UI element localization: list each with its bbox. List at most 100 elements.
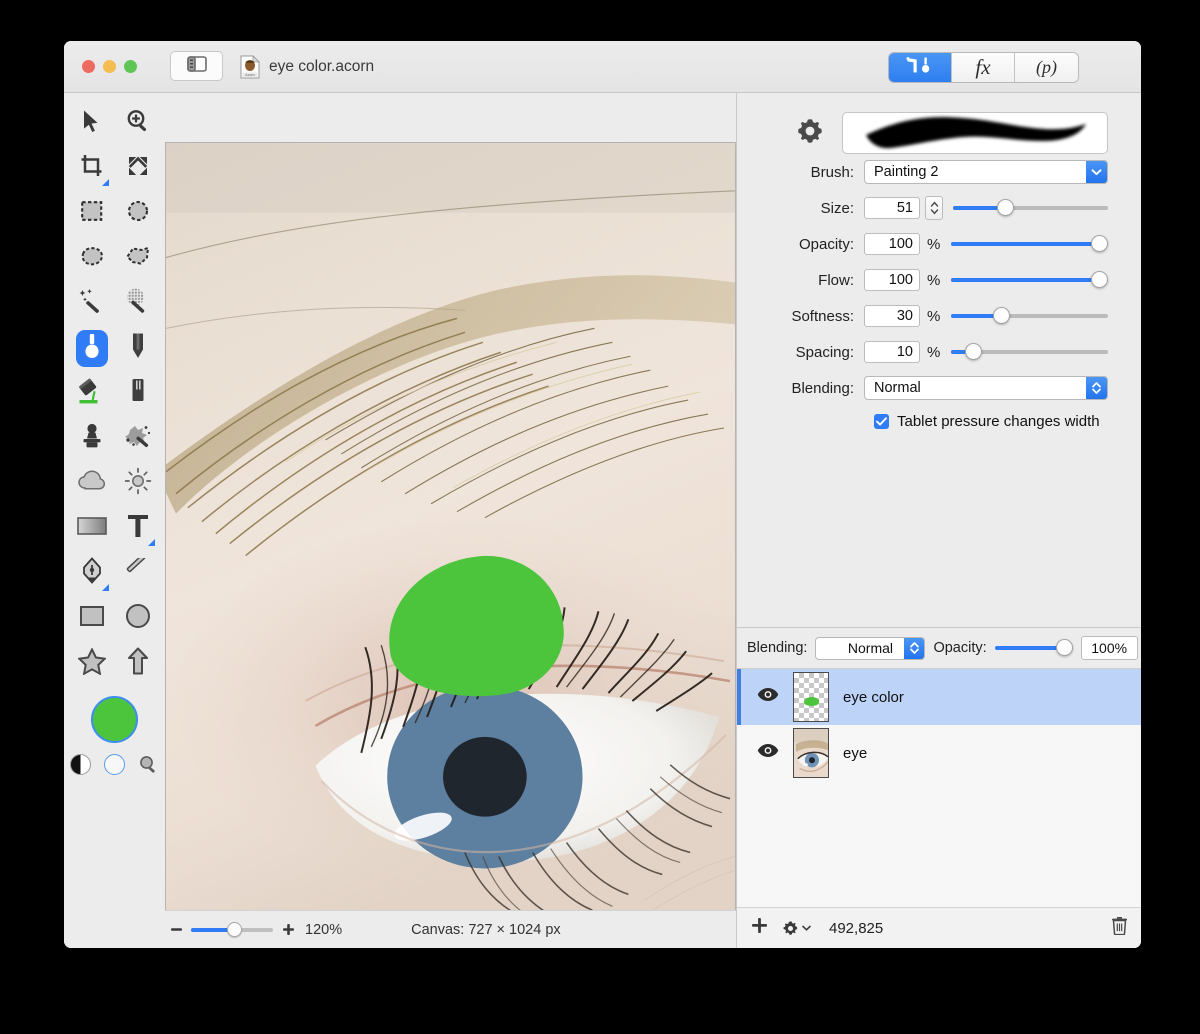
hammer-brush-icon — [905, 55, 935, 80]
dodge-burn-tool[interactable] — [115, 461, 161, 506]
layer-blending-label: Blending: — [747, 640, 808, 656]
gear-dropdown-icon[interactable] — [782, 920, 811, 937]
tab-tools[interactable] — [889, 53, 952, 82]
brush-select[interactable]: Painting 2 — [864, 160, 1108, 184]
smudge-tool[interactable] — [115, 416, 161, 461]
layer-name[interactable]: eye — [843, 745, 867, 762]
crop-tool[interactable] — [69, 146, 115, 191]
flow-slider[interactable] — [951, 271, 1108, 288]
opacity-input[interactable]: 100 — [864, 233, 920, 255]
zoom-slider[interactable] — [191, 921, 273, 937]
size-input[interactable]: 51 — [864, 197, 920, 219]
tab-fx-label: fx — [975, 55, 991, 79]
clone-stamp-icon — [79, 422, 105, 455]
brush-stroke-preview[interactable] — [842, 112, 1108, 154]
default-colors-swatch[interactable] — [69, 752, 93, 776]
zoom-in-button[interactable] — [277, 923, 299, 936]
line-tool[interactable] — [115, 551, 161, 596]
chevron-down-icon — [1086, 161, 1107, 183]
zoom-tool[interactable] — [115, 101, 161, 146]
foreground-color-swatch[interactable] — [91, 696, 138, 743]
document-title-group[interactable]: Acorn eye color.acorn — [240, 41, 374, 93]
layer-thumbnail[interactable] — [793, 728, 829, 778]
layers-footer: 492,825 — [737, 907, 1141, 948]
magnifier-icon[interactable] — [137, 752, 161, 776]
spacing-input[interactable]: 10 — [864, 341, 920, 363]
opacity-slider[interactable] — [951, 235, 1108, 252]
gear-icon[interactable] — [795, 116, 825, 151]
zoom-out-button[interactable] — [165, 923, 187, 936]
magic-wand-tool[interactable] — [69, 281, 115, 326]
paint-brush-tool[interactable] — [69, 326, 115, 371]
chevron-updown-icon — [904, 637, 925, 659]
flow-input[interactable]: 100 — [864, 269, 920, 291]
bezier-pen-tool[interactable] — [69, 551, 115, 596]
close-button[interactable] — [82, 60, 95, 73]
layer-opacity-value[interactable]: 100% — [1080, 636, 1138, 660]
text-tool[interactable] — [115, 506, 161, 551]
layer-row[interactable]: eye color — [737, 669, 1141, 725]
tablet-pressure-row[interactable]: Tablet pressure changes width — [737, 406, 1141, 436]
rectangle-shape-tool[interactable] — [69, 596, 115, 641]
elliptical-select-tool[interactable] — [115, 191, 161, 236]
sidebar-toggle-button[interactable] — [170, 51, 223, 81]
tool-options-badge[interactable] — [147, 539, 155, 546]
no-color-swatch[interactable] — [103, 752, 127, 776]
size-slider[interactable] — [953, 199, 1108, 216]
layer-blending-select[interactable]: Normal — [815, 636, 926, 660]
opacity-unit: % — [927, 235, 941, 253]
layer-row[interactable]: eye — [737, 725, 1141, 781]
layer-opacity-slider[interactable] — [994, 639, 1073, 656]
image-canvas[interactable] — [165, 142, 736, 925]
dashed-square-icon — [80, 199, 104, 228]
transform-tool[interactable] — [115, 146, 161, 191]
move-tool[interactable] — [69, 101, 115, 146]
spacing-slider[interactable] — [951, 343, 1108, 360]
arrow-shape-tool[interactable] — [115, 641, 161, 686]
pencil-tool[interactable] — [115, 326, 161, 371]
tab-presets[interactable]: (p) — [1015, 53, 1078, 82]
inspector-panel: Brush: Painting 2 Size: 51 Opacity: 100 … — [736, 93, 1141, 948]
brush-blending-value: Normal — [874, 380, 921, 396]
polygon-select-tool[interactable] — [115, 236, 161, 281]
eraser-tool[interactable] — [115, 371, 161, 416]
layers-panel: Blending: Normal Opacity: 100% eye color… — [737, 627, 1141, 948]
lasso-select-tool[interactable] — [69, 236, 115, 281]
blur-tool[interactable] — [69, 461, 115, 506]
instant-alpha-tool[interactable] — [115, 281, 161, 326]
size-stepper[interactable] — [925, 196, 943, 220]
cloud-blur-icon — [77, 470, 106, 497]
plus-icon[interactable] — [751, 917, 768, 939]
tab-fx[interactable]: fx — [952, 53, 1015, 82]
layer-thumbnail[interactable] — [793, 672, 829, 722]
softness-input[interactable]: 30 — [864, 305, 920, 327]
layer-name[interactable]: eye color — [843, 689, 904, 706]
tool-options-badge[interactable] — [101, 179, 109, 186]
minimize-button[interactable] — [103, 60, 116, 73]
flow-unit: % — [927, 271, 941, 289]
rectangular-select-tool[interactable] — [69, 191, 115, 236]
lasso-icon — [79, 245, 105, 272]
layer-visibility-toggle[interactable] — [757, 743, 779, 763]
layer-visibility-toggle[interactable] — [757, 687, 779, 707]
ellipse-shape-tool[interactable] — [115, 596, 161, 641]
zoom-button[interactable] — [124, 60, 137, 73]
gradient-tool[interactable] — [69, 506, 115, 551]
tool-options-badge[interactable] — [101, 584, 109, 591]
clone-stamp-tool[interactable] — [69, 416, 115, 461]
paint-bucket-icon — [78, 377, 106, 410]
gradient-rectangle-icon — [76, 516, 107, 541]
trash-icon[interactable] — [1111, 916, 1128, 940]
softness-slider[interactable] — [951, 307, 1108, 324]
paint-bucket-tool[interactable] — [69, 371, 115, 416]
layer-list: eye color eye — [737, 669, 1141, 781]
star-shape-tool[interactable] — [69, 641, 115, 686]
eye-photograph — [166, 143, 735, 924]
color-swatch-area — [64, 696, 165, 776]
zoom-level-label: 120% — [305, 921, 343, 938]
brush-blending-select[interactable]: Normal — [864, 376, 1108, 400]
chevron-updown-icon — [1086, 377, 1107, 399]
tablet-pressure-label: Tablet pressure changes width — [897, 412, 1100, 430]
tablet-pressure-checkbox[interactable] — [874, 413, 889, 429]
tab-presets-label: (p) — [1036, 57, 1057, 77]
